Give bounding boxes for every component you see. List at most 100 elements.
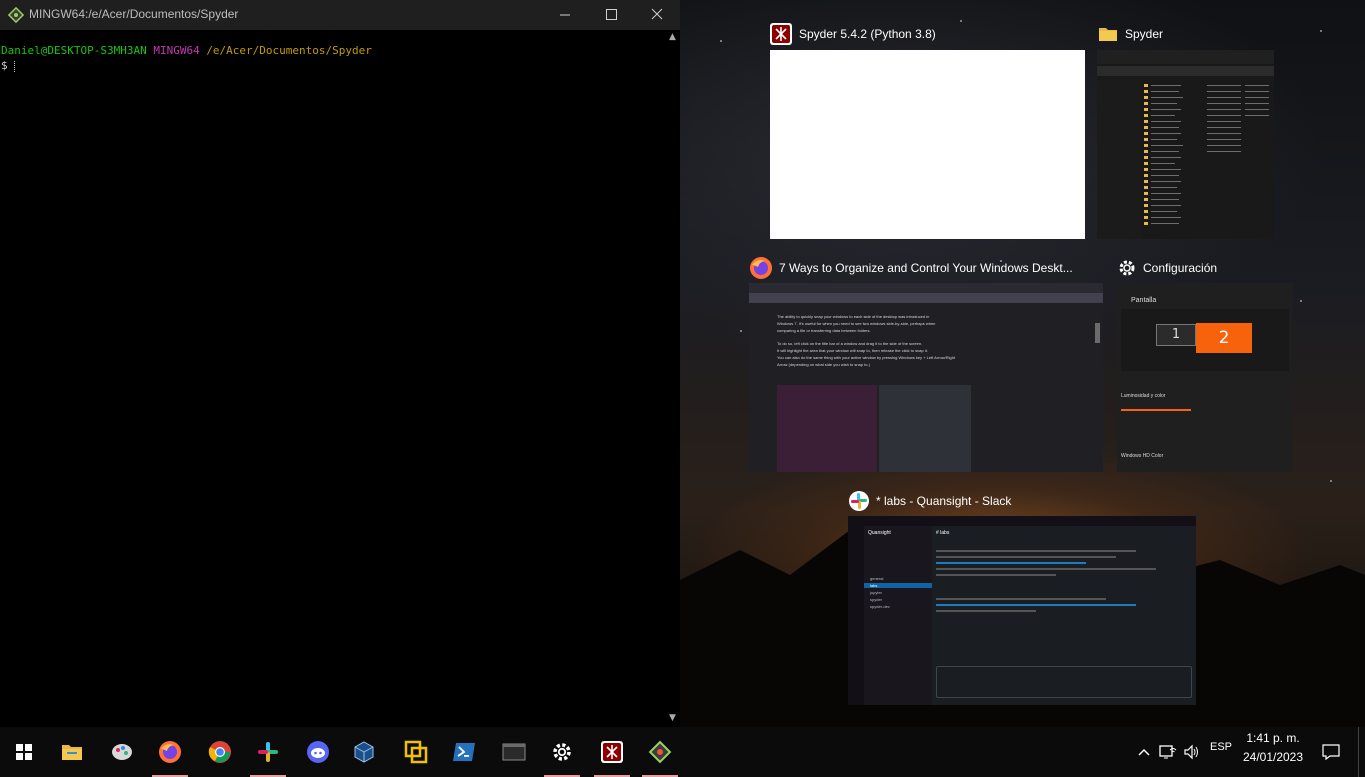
taskbar-terminal-window[interactable] xyxy=(490,727,538,777)
minimize-icon xyxy=(560,14,570,16)
message-composer[interactable] xyxy=(936,666,1192,698)
window-thumbnail[interactable]: The ability to quickly snap your windows… xyxy=(749,283,1103,472)
git-bash-icon xyxy=(648,740,672,764)
slack-workspace-rail xyxy=(848,526,864,705)
snap-window-settings[interactable]: Configuración Pantalla 1 2 Luminosidad y… xyxy=(1117,256,1293,472)
page-scrollbar[interactable] xyxy=(1095,323,1100,343)
close-button[interactable] xyxy=(634,0,680,30)
maximize-icon xyxy=(606,9,617,20)
tray-network-button[interactable] xyxy=(1157,727,1179,777)
vmware-icon xyxy=(404,740,428,764)
snap-title: Spyder xyxy=(1125,27,1164,41)
text-cursor xyxy=(14,60,16,72)
discord-icon xyxy=(307,741,329,763)
snap-window-slack[interactable]: * labs - Quansight - Slack Quansight gen… xyxy=(848,489,1196,705)
window-thumbnail[interactable]: Quansight general labs jupyter spyder sp… xyxy=(848,516,1196,705)
star xyxy=(1300,300,1302,302)
star xyxy=(1320,30,1322,32)
taskbar-spyder[interactable] xyxy=(588,727,636,777)
terminal-window[interactable]: MINGW64:/e/Acer/Documentos/Spyder Daniel… xyxy=(0,0,680,727)
clock-date[interactable]: 24/01/2023 xyxy=(1238,750,1308,764)
volume-icon xyxy=(1184,744,1198,760)
window-thumbnail[interactable] xyxy=(770,50,1085,239)
browser-address-bar xyxy=(749,293,1103,303)
chrome-icon xyxy=(208,741,231,763)
gear-icon xyxy=(1119,260,1135,276)
snap-title: * labs - Quansight - Slack xyxy=(876,494,1012,508)
snap-window-spyder[interactable]: Spyder 5.4.2 (Python 3.8) xyxy=(769,22,1086,240)
virtualbox-icon xyxy=(354,741,374,763)
slack-search-bar xyxy=(848,516,1196,526)
minimize-button[interactable] xyxy=(542,0,588,30)
terminal-window-icon xyxy=(502,743,526,761)
window-thumbnail[interactable]: Pantalla 1 2 Luminosidad y color Windows… xyxy=(1117,283,1293,472)
snap-window-firefox[interactable]: 7 Ways to Organize and Control Your Wind… xyxy=(749,256,1103,472)
taskbar-paint[interactable] xyxy=(98,727,146,777)
taskbar-virtualbox[interactable] xyxy=(340,727,388,777)
article-line: Windows 7. It's useful for when you need… xyxy=(777,321,936,326)
maximize-button[interactable] xyxy=(588,0,634,30)
taskbar-firefox[interactable] xyxy=(146,727,194,777)
windows-logo-icon xyxy=(16,744,32,760)
article-line: It will highlight the area that your win… xyxy=(777,348,928,353)
tray-volume-button[interactable] xyxy=(1181,727,1203,777)
language-indicator[interactable]: ESP xyxy=(1210,741,1232,753)
explorer-nav-pane xyxy=(1097,80,1141,239)
channel-item[interactable]: general xyxy=(870,576,932,581)
taskbar-settings[interactable] xyxy=(538,727,586,777)
spyder-icon xyxy=(601,741,623,763)
article-image-right xyxy=(879,385,971,472)
article-image-left xyxy=(777,385,877,472)
clock-time[interactable]: 1:41 p. m. xyxy=(1238,731,1308,745)
explorer-ribbon xyxy=(1097,50,1274,64)
spyder-icon xyxy=(770,23,792,45)
monitor-1-tile[interactable]: 1 xyxy=(1156,324,1196,346)
snap-header: Spyder xyxy=(1097,22,1163,46)
window-thumbnail[interactable] xyxy=(1097,50,1274,239)
snap-window-explorer[interactable]: Spyder xyxy=(1097,22,1275,240)
slack-sidebar[interactable]: Quansight general labs jupyter spyder sp… xyxy=(864,526,932,705)
message-list xyxy=(936,546,1186,656)
snap-header: Configuración xyxy=(1117,256,1217,280)
channel-item[interactable]: spyder-dev xyxy=(870,604,932,609)
taskbar-file-explorer[interactable] xyxy=(48,727,96,777)
terminal-output[interactable]: Daniel@DESKTOP-S3MH3AN MINGW64 /e/Acer/D… xyxy=(0,30,665,727)
slack-icon xyxy=(849,491,869,511)
scroll-up-icon[interactable]: ▲ xyxy=(665,32,680,44)
article-line: Arrow (depending on what side you wish t… xyxy=(777,362,870,367)
close-icon xyxy=(651,8,663,20)
start-button[interactable] xyxy=(0,727,48,777)
taskbar-git-bash[interactable] xyxy=(636,727,684,777)
notifications-button[interactable] xyxy=(1316,727,1346,777)
prompt-symbol: $ xyxy=(1,59,8,72)
network-icon xyxy=(1159,745,1177,759)
show-desktop-button[interactable] xyxy=(1358,727,1359,777)
article-line: To do so, left click on the title bar of… xyxy=(777,341,923,346)
firefox-icon xyxy=(159,741,181,763)
channel-item[interactable]: spyder xyxy=(870,597,932,602)
taskbar-chrome[interactable] xyxy=(196,727,244,777)
taskbar-discord[interactable] xyxy=(294,727,342,777)
explorer-file-list xyxy=(1144,84,1269,225)
brightness-slider[interactable] xyxy=(1121,409,1191,411)
taskbar-vmware[interactable] xyxy=(392,727,440,777)
star xyxy=(1330,480,1332,482)
taskbar: ESP 1:41 p. m. 24/01/2023 xyxy=(0,727,1365,777)
folder-icon xyxy=(1099,28,1117,41)
channel-header: # labs xyxy=(936,530,950,536)
taskbar-powershell[interactable] xyxy=(440,727,488,777)
explorer-address-bar xyxy=(1097,66,1274,76)
taskbar-slack[interactable] xyxy=(244,727,292,777)
command-line[interactable]: $ xyxy=(1,59,16,72)
article-text: The ability to quickly snap your windows… xyxy=(777,313,997,368)
browser-tab-strip xyxy=(749,283,1103,293)
scroll-down-icon[interactable]: ▼ xyxy=(665,713,680,725)
settings-page-title: Pantalla xyxy=(1131,297,1157,304)
display-arrangement[interactable]: 1 2 xyxy=(1121,309,1289,371)
tray-overflow-button[interactable] xyxy=(1134,727,1154,777)
channel-item-active[interactable]: labs xyxy=(864,583,932,588)
channel-item[interactable]: jupyter xyxy=(870,590,932,595)
scrollbar[interactable]: ▲ ▼ xyxy=(665,30,680,727)
terminal-titlebar[interactable]: MINGW64:/e/Acer/Documentos/Spyder xyxy=(0,0,680,30)
monitor-2-tile[interactable]: 2 xyxy=(1196,323,1252,353)
